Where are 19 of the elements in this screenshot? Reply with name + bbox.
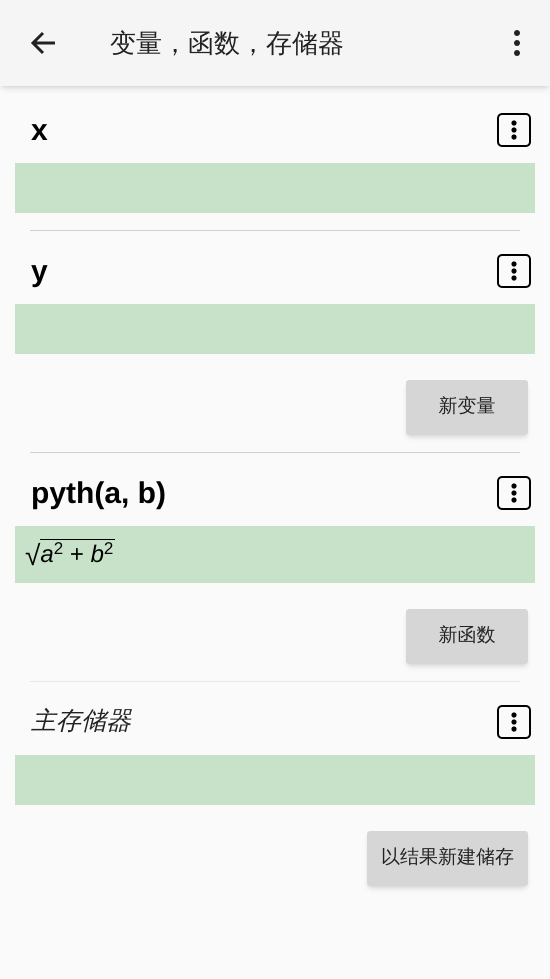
more-button[interactable] [497, 705, 531, 739]
add-button[interactable]: 新变量 [406, 380, 528, 435]
more-icon [511, 483, 517, 503]
more-button[interactable] [497, 113, 531, 147]
item-name: x [31, 112, 48, 148]
add-button[interactable]: 新函数 [406, 609, 528, 664]
more-icon[interactable] [513, 30, 521, 56]
more-icon [511, 712, 517, 732]
more-icon [511, 120, 517, 140]
item-name: y [31, 254, 48, 290]
back-icon[interactable] [30, 31, 56, 55]
screen-title: 变量，函数，存储器 [110, 26, 344, 60]
more-button[interactable] [497, 476, 531, 510]
item-name: pyth(a, b) [31, 476, 166, 512]
more-button[interactable] [497, 254, 531, 288]
more-icon [511, 261, 517, 281]
item-name: 主存储器 [31, 706, 131, 738]
add-button[interactable]: 以结果新建储存 [367, 831, 528, 886]
formula: √a$^{2}$ + b$^{2}$ [25, 539, 116, 570]
